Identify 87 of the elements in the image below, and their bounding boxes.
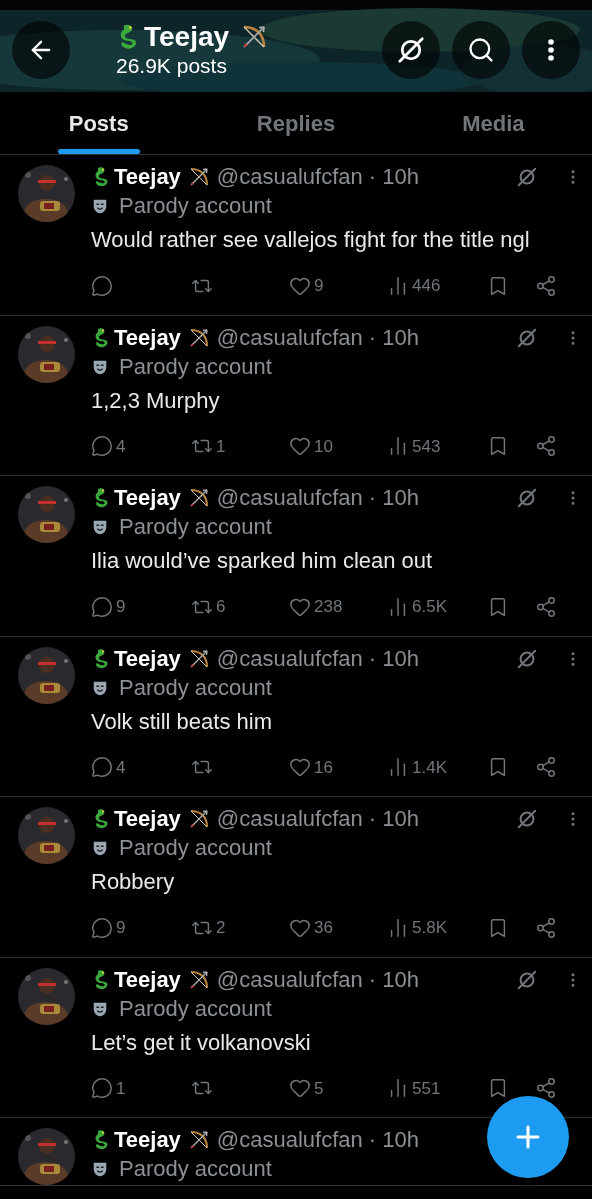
grok-icon[interactable] (516, 326, 538, 349)
post-time: · 10h (368, 484, 419, 512)
post-time: · 10h (368, 965, 419, 994)
like-button[interactable]: 10 (289, 433, 387, 459)
heart-icon (289, 756, 311, 779)
speech-bubble-icon (91, 274, 113, 297)
share-icon (535, 595, 557, 618)
tab[interactable]: Replies (197, 92, 395, 154)
post-text: Robbery (91, 868, 176, 896)
post-time: · 10h (368, 805, 419, 833)
author-name: Teejay (114, 323, 181, 352)
author-handle: @casualufcfan (216, 323, 363, 352)
more-icon (548, 39, 554, 61)
author-handle: @casualufcfan (216, 965, 363, 994)
heart-icon (289, 1077, 311, 1100)
speech-bubble-icon (91, 595, 113, 618)
mask-icon (91, 197, 109, 215)
author-handle: @casualufcfan (216, 163, 363, 191)
parody-label: Parody account (119, 192, 272, 220)
author-handle: @casualufcfan (216, 1126, 363, 1154)
author-name: Teejay (114, 644, 181, 673)
like-button[interactable]: 5 (289, 1075, 387, 1101)
post-count: 26.9K posts (116, 53, 228, 79)
parody-label: Parody account (119, 1155, 272, 1183)
reply-button[interactable]: 9 (91, 915, 191, 941)
like-button[interactable]: 36 (289, 915, 387, 941)
author-name: Teejay (114, 163, 181, 191)
repost-button[interactable]: 2 (191, 915, 289, 941)
mask-icon (91, 839, 109, 857)
tab[interactable]: Media (394, 92, 592, 154)
author-name: Teejay (114, 484, 181, 512)
mask-icon (91, 518, 109, 536)
speech-bubble-icon (91, 756, 113, 779)
speech-bubble-icon (91, 916, 113, 939)
views-button[interactable]: 543 (387, 433, 487, 459)
share-icon (535, 916, 557, 939)
search-icon (467, 36, 495, 64)
post-text: Would rather see vallejos fight for the title ngl (91, 226, 531, 254)
parody-label: Parody account (119, 513, 272, 541)
post-text: 1,2,3 Murphy (91, 386, 221, 415)
mask-icon (91, 1160, 109, 1178)
profile-name: Teejay (144, 21, 230, 53)
views-button[interactable]: 551 (387, 1075, 487, 1101)
views-button[interactable]: 446 (387, 273, 487, 299)
like-button[interactable]: 16 (289, 754, 387, 780)
repost-button[interactable]: 1 (191, 433, 289, 459)
speech-bubble-icon (91, 435, 113, 458)
share-icon (535, 756, 557, 779)
author-name: Teejay (114, 1126, 181, 1154)
parody-label: Parody account (119, 352, 272, 381)
views-button[interactable]: 1.4K (387, 754, 487, 780)
parody-label: Parody account (119, 673, 272, 702)
like-button[interactable]: 9 (289, 273, 387, 299)
speech-bubble-icon (91, 1077, 113, 1100)
post-text: Let’s get it volkanovski (91, 1028, 312, 1057)
post-text: Ilia would’ve sparked him clean out (91, 547, 434, 575)
share-icon (535, 435, 557, 458)
parody-label: Parody account (119, 834, 272, 862)
share-icon (535, 1077, 557, 1100)
grok-icon[interactable] (516, 968, 538, 991)
author-handle: @casualufcfan (216, 805, 363, 833)
post-time: · 10h (368, 644, 419, 673)
views-button[interactable]: 5.8K (387, 915, 487, 941)
post-time: · 10h (368, 1126, 419, 1154)
post-time: · 10h (368, 163, 419, 191)
reply-button[interactable]: 9 (91, 594, 191, 620)
views-button[interactable]: 6.5K (387, 594, 487, 620)
grok-icon[interactable] (516, 808, 538, 830)
post-text: Volk still beats him (91, 707, 273, 736)
author-handle: @casualufcfan (216, 644, 363, 673)
post-time: · 10h (368, 323, 419, 352)
grok-icon[interactable] (516, 647, 538, 670)
share-icon (535, 274, 557, 297)
slashed-circle-icon (396, 35, 426, 65)
reply-button[interactable]: 1 (91, 1075, 191, 1101)
reply-button[interactable]: 4 (91, 754, 191, 780)
parody-label: Parody account (119, 994, 272, 1023)
tab[interactable]: Posts (0, 92, 198, 154)
grok-icon[interactable] (516, 487, 538, 509)
reply-button[interactable]: 4 (91, 433, 191, 459)
author-name: Teejay (114, 965, 181, 994)
author-name: Teejay (114, 805, 181, 833)
heart-icon (289, 435, 311, 458)
author-handle: @casualufcfan (216, 484, 363, 512)
repost-button[interactable]: 6 (191, 594, 289, 620)
grok-icon[interactable] (516, 166, 538, 188)
like-button[interactable]: 238 (289, 594, 387, 620)
